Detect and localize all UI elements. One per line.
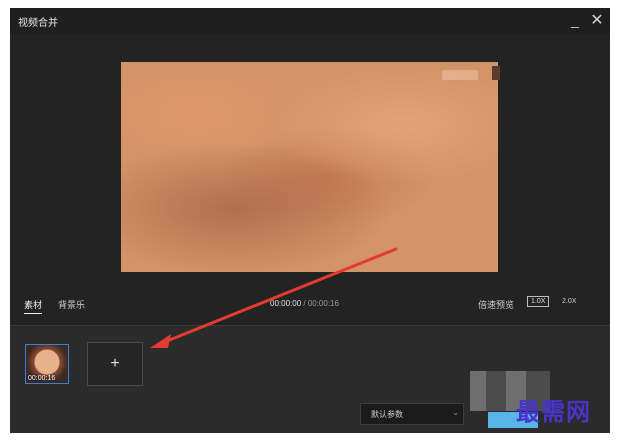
preview-controls: 素材 背景乐 00:00:00 / 00:00:16 倍速预览 1.0X 2.0… bbox=[10, 296, 610, 318]
timecode: 00:00:00 / 00:00:16 bbox=[270, 299, 339, 308]
speed-1x-button[interactable]: 1.0X bbox=[527, 296, 550, 307]
speed-preview-label: 倍速预览 bbox=[478, 300, 515, 310]
clip-duration: 00:00:16 bbox=[28, 375, 56, 382]
parameter-select[interactable]: 默认参数 ⌄ bbox=[360, 403, 464, 425]
parameter-select-value: 默认参数 bbox=[371, 409, 403, 419]
blurred-overlay bbox=[442, 70, 478, 80]
clip-thumbnail[interactable]: 00:00:16 bbox=[25, 344, 69, 384]
time-current: 00:00:00 bbox=[270, 299, 302, 308]
blurred-overlay-edge bbox=[492, 66, 500, 80]
time-total: 00:00:16 bbox=[307, 299, 339, 308]
watermark-logo: 最需网 bbox=[516, 397, 591, 426]
video-preview[interactable] bbox=[121, 62, 500, 272]
window-title: 视频合并 bbox=[18, 18, 58, 29]
chevron-down-icon: ⌄ bbox=[452, 408, 459, 417]
video-merge-window: 视频合并 _ ✕ 素材 背景乐 00:00:00 / 00:00:16 倍速预览… bbox=[10, 8, 610, 433]
tab-material[interactable]: 素材 bbox=[24, 298, 43, 314]
add-clip-button[interactable]: + bbox=[87, 342, 143, 386]
preview-area bbox=[10, 34, 610, 324]
minimize-button[interactable]: _ bbox=[566, 11, 584, 29]
close-button[interactable]: ✕ bbox=[588, 11, 606, 29]
speed-2x-button[interactable]: 2.0X bbox=[562, 298, 576, 305]
title-bar: 视频合并 _ ✕ bbox=[10, 8, 610, 34]
tab-background-music[interactable]: 背景乐 bbox=[58, 298, 85, 311]
time-separator: / bbox=[301, 299, 308, 308]
